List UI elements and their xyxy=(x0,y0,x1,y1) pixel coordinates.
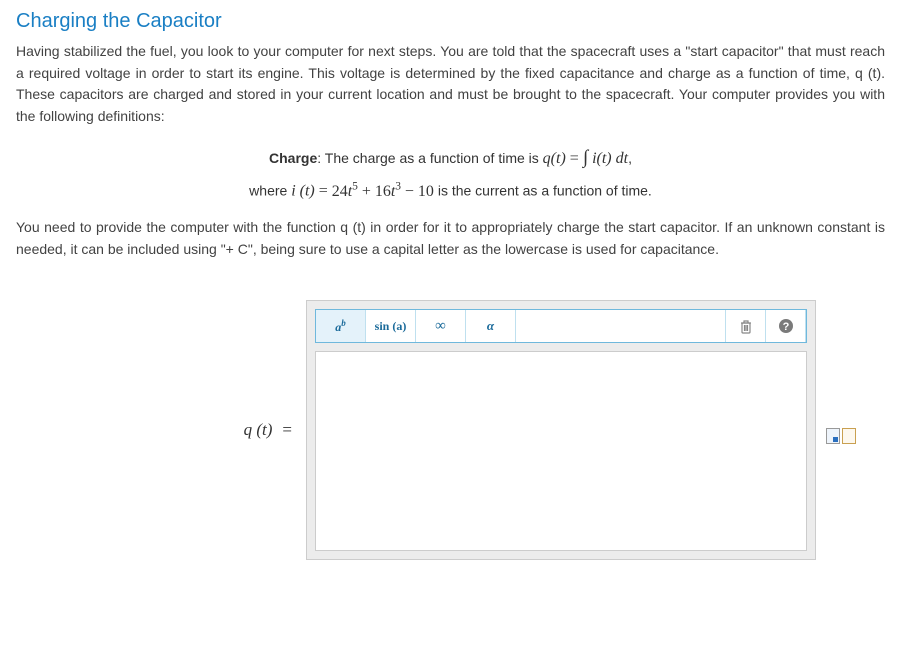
section-title: Charging the Capacitor xyxy=(16,10,885,33)
definition-trailing: , xyxy=(628,150,632,166)
toolbar-help-button[interactable]: ? xyxy=(766,310,806,342)
math-editor: ab sin (a) ∞ α xyxy=(306,300,816,560)
equals-sign: = xyxy=(570,150,579,167)
definition-line2-post: is the current as a function of time. xyxy=(434,183,652,199)
toolbar-trig-button[interactable]: sin (a) xyxy=(366,310,416,342)
toolbar-greek-button[interactable]: α xyxy=(466,310,516,342)
svg-text:?: ? xyxy=(782,321,789,333)
equation-preview-icon[interactable] xyxy=(826,428,840,444)
side-action-icons xyxy=(826,428,856,444)
instruction-paragraph: You need to provide the computer with th… xyxy=(16,217,885,260)
toolbar-spacer xyxy=(516,310,726,342)
equals-sign-2: = xyxy=(319,183,328,200)
definition-line2-pre: where xyxy=(249,183,291,199)
infinity-icon: ∞ xyxy=(435,318,446,335)
definition-line-2: where i (t) = 24t5 + 16t3 − 10 is the cu… xyxy=(16,176,885,207)
definition-label: Charge xyxy=(269,150,317,166)
equation-export-icon[interactable] xyxy=(842,428,856,444)
definition-block: Charge: The charge as a function of time… xyxy=(16,140,885,207)
answer-row: q (t)= ab sin (a) ∞ α xyxy=(16,300,885,560)
trash-icon xyxy=(739,319,753,334)
help-icon: ? xyxy=(778,318,794,334)
integral-sign: ∫ xyxy=(583,147,588,168)
answer-lhs-qt: q (t) xyxy=(244,420,273,439)
answer-lhs: q (t)= xyxy=(16,300,306,440)
alpha-icon: α xyxy=(487,318,494,334)
current-fn-lhs: i (t) xyxy=(291,183,315,200)
toolbar-infinity-button[interactable]: ∞ xyxy=(416,310,466,342)
editor-toolbar: ab sin (a) ∞ α xyxy=(315,309,807,343)
definition-line-1: Charge: The charge as a function of time… xyxy=(16,140,885,176)
math-input[interactable] xyxy=(315,351,807,551)
toolbar-clear-button[interactable] xyxy=(726,310,766,342)
answer-lhs-eq: = xyxy=(272,420,292,439)
definition-eq-lhs: q(t) xyxy=(543,150,566,167)
intro-paragraph: Having stabilized the fuel, you look to … xyxy=(16,41,885,128)
trig-icon: sin (a) xyxy=(375,319,407,334)
current-fn-rhs: 24t5 + 16t3 − 10 xyxy=(332,183,434,200)
definition-text: : The charge as a function of time is xyxy=(317,150,542,166)
definition-eq-integrand: i(t) dt xyxy=(592,150,628,167)
exponent-icon: ab xyxy=(335,318,346,335)
toolbar-exponent-button[interactable]: ab xyxy=(316,310,366,342)
